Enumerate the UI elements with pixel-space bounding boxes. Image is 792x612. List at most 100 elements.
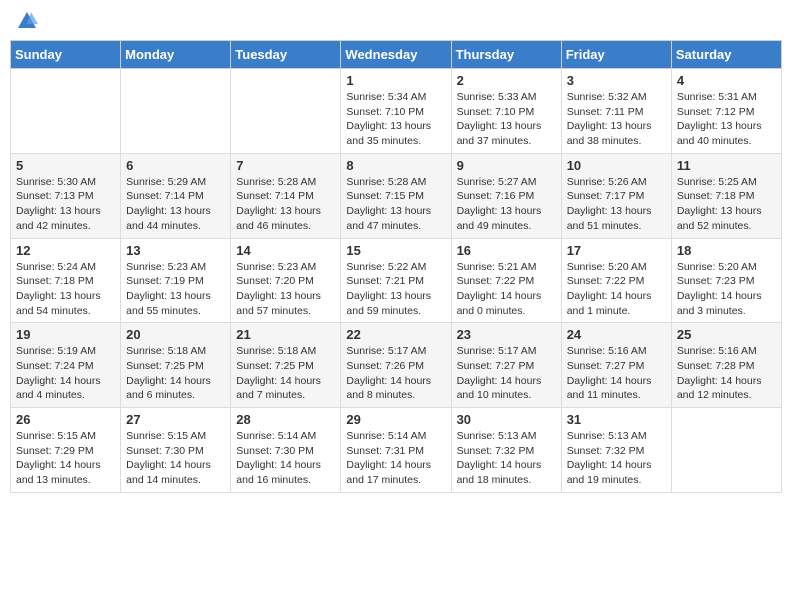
- day-info: Sunrise: 5:17 AM Sunset: 7:26 PM Dayligh…: [346, 344, 445, 403]
- calendar-header-tuesday: Tuesday: [231, 41, 341, 69]
- day-number: 19: [16, 327, 115, 342]
- day-number: 16: [457, 243, 556, 258]
- calendar-cell: 9 Sunrise: 5:27 AM Sunset: 7:16 PM Daylig…: [451, 153, 561, 238]
- calendar-header-row: SundayMondayTuesdayWednesdayThursdayFrid…: [11, 41, 782, 69]
- calendar-cell: 11Sunrise: 5:25 AM Sunset: 7:18 PM Dayli…: [671, 153, 781, 238]
- day-info: Sunrise: 5:20 AM Sunset: 7:23 PM Dayligh…: [677, 260, 776, 319]
- day-number: 4: [677, 73, 776, 88]
- day-number: 22: [346, 327, 445, 342]
- day-number: 14: [236, 243, 335, 258]
- calendar-cell: 27Sunrise: 5:15 AM Sunset: 7:30 PM Dayli…: [121, 408, 231, 493]
- calendar-cell: 1 Sunrise: 5:34 AM Sunset: 7:10 PM Daylig…: [341, 69, 451, 154]
- calendar-header-friday: Friday: [561, 41, 671, 69]
- day-info: Sunrise: 5:16 AM Sunset: 7:28 PM Dayligh…: [677, 344, 776, 403]
- day-number: 1: [346, 73, 445, 88]
- day-info: Sunrise: 5:24 AM Sunset: 7:18 PM Dayligh…: [16, 260, 115, 319]
- day-info: Sunrise: 5:34 AM Sunset: 7:10 PM Dayligh…: [346, 90, 445, 149]
- day-number: 5: [16, 158, 115, 173]
- day-info: Sunrise: 5:22 AM Sunset: 7:21 PM Dayligh…: [346, 260, 445, 319]
- calendar-week-row: 26 Sunrise: 5:15 AM Sunset: 7:29 PM Dayli…: [11, 408, 782, 493]
- calendar-week-row: 5 Sunrise: 5:30 AM Sunset: 7:13 PM Daylig…: [11, 153, 782, 238]
- calendar-cell: [671, 408, 781, 493]
- day-number: 30: [457, 412, 556, 427]
- day-number: 31: [567, 412, 666, 427]
- day-info: Sunrise: 5:18 AM Sunset: 7:25 PM Dayligh…: [236, 344, 335, 403]
- day-number: 24: [567, 327, 666, 342]
- day-number: 9: [457, 158, 556, 173]
- day-info: Sunrise: 5:14 AM Sunset: 7:30 PM Dayligh…: [236, 429, 335, 488]
- day-info: Sunrise: 5:20 AM Sunset: 7:22 PM Dayligh…: [567, 260, 666, 319]
- day-info: Sunrise: 5:16 AM Sunset: 7:27 PM Dayligh…: [567, 344, 666, 403]
- calendar-cell: 10 Sunrise: 5:26 AM Sunset: 7:17 PM Dayli…: [561, 153, 671, 238]
- day-number: 15: [346, 243, 445, 258]
- calendar-cell: 2Sunrise: 5:33 AM Sunset: 7:10 PM Daylig…: [451, 69, 561, 154]
- calendar-cell: 5 Sunrise: 5:30 AM Sunset: 7:13 PM Daylig…: [11, 153, 121, 238]
- calendar-cell: 17 Sunrise: 5:20 AM Sunset: 7:22 PM Dayli…: [561, 238, 671, 323]
- day-number: 23: [457, 327, 556, 342]
- calendar-cell: 28 Sunrise: 5:14 AM Sunset: 7:30 PM Dayli…: [231, 408, 341, 493]
- day-number: 17: [567, 243, 666, 258]
- day-number: 28: [236, 412, 335, 427]
- page-header: [10, 10, 782, 32]
- day-number: 25: [677, 327, 776, 342]
- logo: [14, 10, 38, 32]
- day-info: Sunrise: 5:15 AM Sunset: 7:30 PM Dayligh…: [126, 429, 225, 488]
- day-info: Sunrise: 5:27 AM Sunset: 7:16 PM Dayligh…: [457, 175, 556, 234]
- calendar-cell: 19Sunrise: 5:19 AM Sunset: 7:24 PM Dayli…: [11, 323, 121, 408]
- calendar-cell: [231, 69, 341, 154]
- day-number: 6: [126, 158, 225, 173]
- day-number: 8: [346, 158, 445, 173]
- day-number: 20: [126, 327, 225, 342]
- logo-icon: [16, 10, 38, 32]
- calendar-header-wednesday: Wednesday: [341, 41, 451, 69]
- calendar-cell: 21 Sunrise: 5:18 AM Sunset: 7:25 PM Dayli…: [231, 323, 341, 408]
- day-info: Sunrise: 5:23 AM Sunset: 7:19 PM Dayligh…: [126, 260, 225, 319]
- calendar-cell: 20 Sunrise: 5:18 AM Sunset: 7:25 PM Dayli…: [121, 323, 231, 408]
- calendar-cell: 25 Sunrise: 5:16 AM Sunset: 7:28 PM Dayli…: [671, 323, 781, 408]
- day-info: Sunrise: 5:32 AM Sunset: 7:11 PM Dayligh…: [567, 90, 666, 149]
- day-number: 18: [677, 243, 776, 258]
- day-number: 7: [236, 158, 335, 173]
- calendar-cell: 13 Sunrise: 5:23 AM Sunset: 7:19 PM Dayli…: [121, 238, 231, 323]
- calendar-cell: 6 Sunrise: 5:29 AM Sunset: 7:14 PM Daylig…: [121, 153, 231, 238]
- calendar-cell: 15 Sunrise: 5:22 AM Sunset: 7:21 PM Dayli…: [341, 238, 451, 323]
- calendar-cell: 31 Sunrise: 5:13 AM Sunset: 7:32 PM Dayli…: [561, 408, 671, 493]
- calendar-cell: 3 Sunrise: 5:32 AM Sunset: 7:11 PM Daylig…: [561, 69, 671, 154]
- calendar-cell: 22 Sunrise: 5:17 AM Sunset: 7:26 PM Dayli…: [341, 323, 451, 408]
- calendar-cell: [11, 69, 121, 154]
- calendar-cell: [121, 69, 231, 154]
- day-info: Sunrise: 5:18 AM Sunset: 7:25 PM Dayligh…: [126, 344, 225, 403]
- calendar-cell: 24 Sunrise: 5:16 AM Sunset: 7:27 PM Dayli…: [561, 323, 671, 408]
- day-info: Sunrise: 5:21 AM Sunset: 7:22 PM Dayligh…: [457, 260, 556, 319]
- day-number: 12: [16, 243, 115, 258]
- day-number: 29: [346, 412, 445, 427]
- calendar-cell: 23 Sunrise: 5:17 AM Sunset: 7:27 PM Dayli…: [451, 323, 561, 408]
- day-info: Sunrise: 5:13 AM Sunset: 7:32 PM Dayligh…: [457, 429, 556, 488]
- calendar-header-sunday: Sunday: [11, 41, 121, 69]
- calendar-week-row: 19Sunrise: 5:19 AM Sunset: 7:24 PM Dayli…: [11, 323, 782, 408]
- calendar-table: SundayMondayTuesdayWednesdayThursdayFrid…: [10, 40, 782, 493]
- day-info: Sunrise: 5:29 AM Sunset: 7:14 PM Dayligh…: [126, 175, 225, 234]
- calendar-cell: 18 Sunrise: 5:20 AM Sunset: 7:23 PM Dayli…: [671, 238, 781, 323]
- calendar-cell: 7Sunrise: 5:28 AM Sunset: 7:14 PM Daylig…: [231, 153, 341, 238]
- day-number: 21: [236, 327, 335, 342]
- calendar-header-monday: Monday: [121, 41, 231, 69]
- calendar-cell: 4Sunrise: 5:31 AM Sunset: 7:12 PM Daylig…: [671, 69, 781, 154]
- day-info: Sunrise: 5:15 AM Sunset: 7:29 PM Dayligh…: [16, 429, 115, 488]
- day-info: Sunrise: 5:17 AM Sunset: 7:27 PM Dayligh…: [457, 344, 556, 403]
- day-number: 13: [126, 243, 225, 258]
- day-info: Sunrise: 5:13 AM Sunset: 7:32 PM Dayligh…: [567, 429, 666, 488]
- day-number: 26: [16, 412, 115, 427]
- day-info: Sunrise: 5:33 AM Sunset: 7:10 PM Dayligh…: [457, 90, 556, 149]
- calendar-cell: 8 Sunrise: 5:28 AM Sunset: 7:15 PM Daylig…: [341, 153, 451, 238]
- day-info: Sunrise: 5:30 AM Sunset: 7:13 PM Dayligh…: [16, 175, 115, 234]
- calendar-week-row: 1 Sunrise: 5:34 AM Sunset: 7:10 PM Daylig…: [11, 69, 782, 154]
- calendar-cell: 30 Sunrise: 5:13 AM Sunset: 7:32 PM Dayli…: [451, 408, 561, 493]
- day-number: 10: [567, 158, 666, 173]
- day-info: Sunrise: 5:23 AM Sunset: 7:20 PM Dayligh…: [236, 260, 335, 319]
- day-number: 11: [677, 158, 776, 173]
- day-number: 3: [567, 73, 666, 88]
- day-info: Sunrise: 5:28 AM Sunset: 7:15 PM Dayligh…: [346, 175, 445, 234]
- day-info: Sunrise: 5:26 AM Sunset: 7:17 PM Dayligh…: [567, 175, 666, 234]
- calendar-header-saturday: Saturday: [671, 41, 781, 69]
